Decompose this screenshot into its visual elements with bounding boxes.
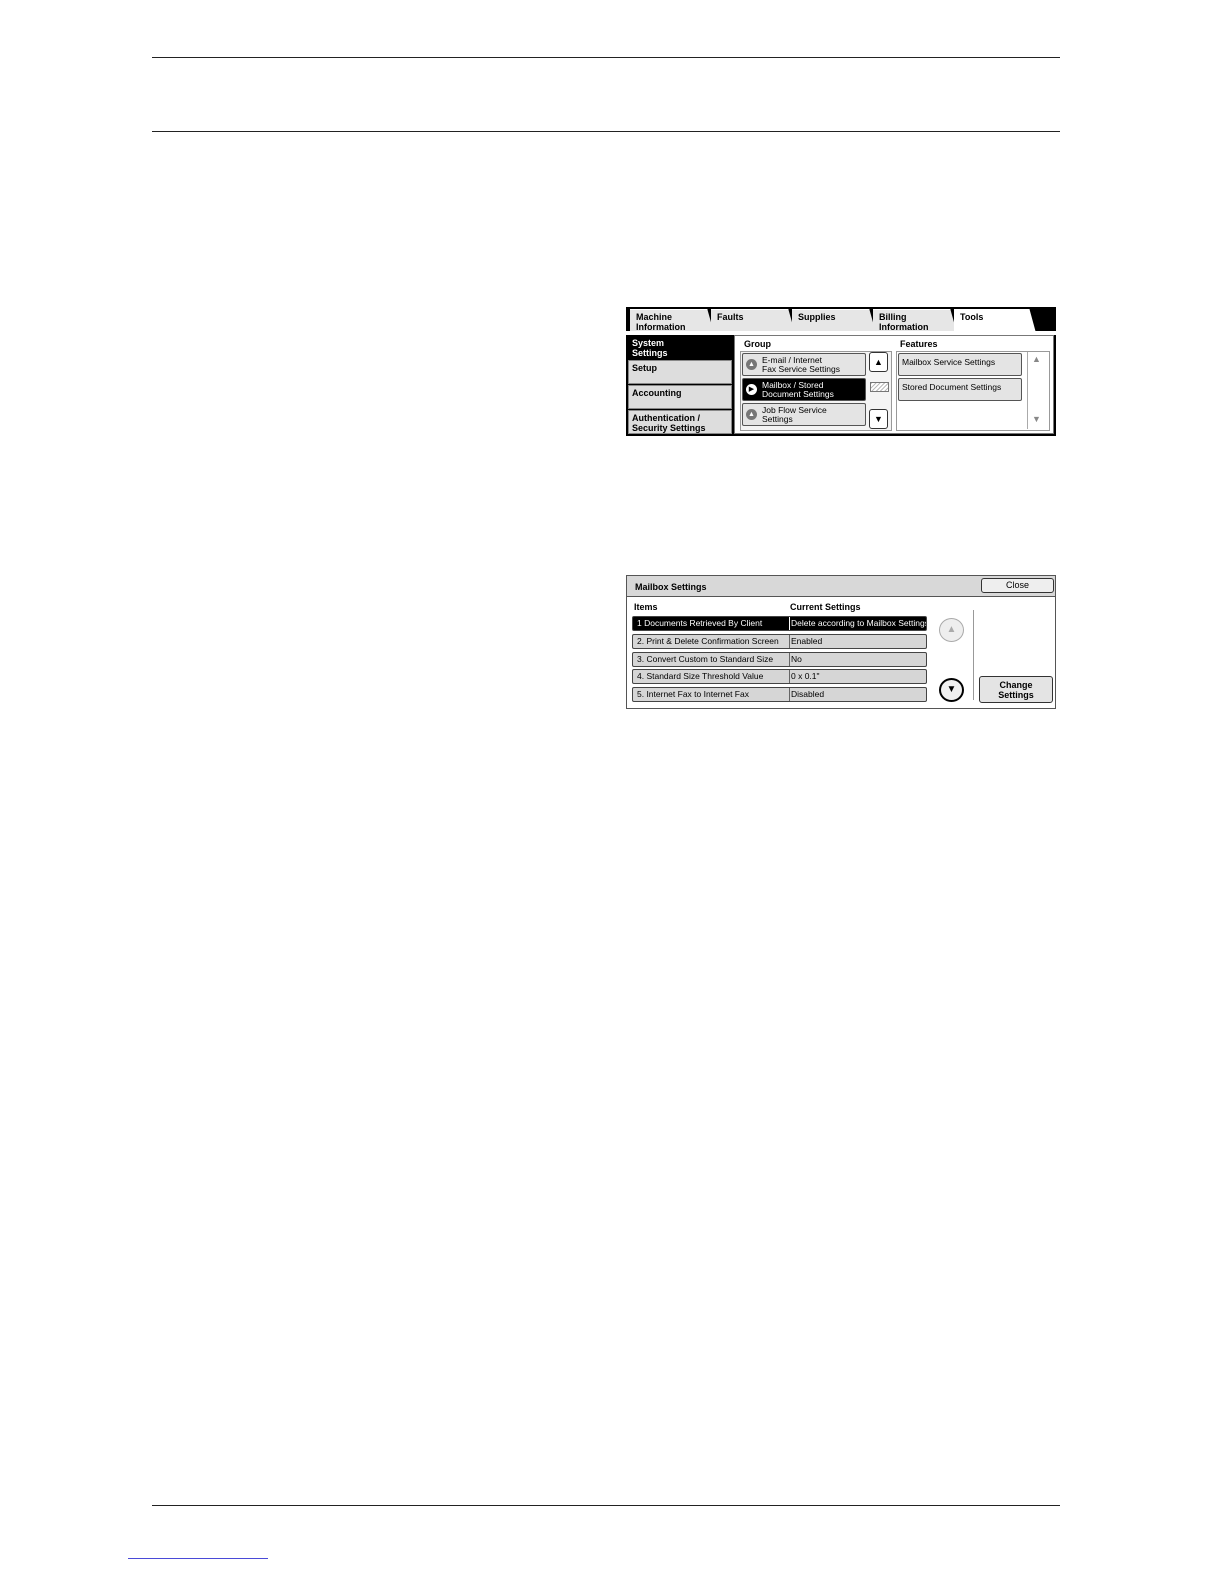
features-list: Mailbox Service Settings Stored Document…	[896, 351, 1050, 431]
row-value: Delete according to Mailbox Settings	[791, 618, 926, 628]
radio-icon: ▲	[746, 409, 757, 420]
row-item: 5. Internet Fax to Internet Fax	[637, 689, 749, 699]
table-row[interactable]: 5. Internet Fax to Internet Fax Disabled	[632, 687, 927, 702]
row-item: 4. Standard Size Threshold Value	[637, 671, 764, 681]
row-divider	[789, 635, 790, 648]
row-divider	[789, 653, 790, 666]
current-settings-header: Current Settings	[790, 602, 861, 612]
scroll-down-icon[interactable]: ▼	[869, 409, 888, 429]
scroll-up-icon[interactable]: ▲	[1032, 354, 1041, 364]
sidebar-item-setup[interactable]: Setup	[628, 360, 732, 384]
mailbox-settings-screen: Mailbox Settings Close Items Current Set…	[626, 575, 1056, 709]
radio-selected-icon: ▶	[746, 384, 757, 395]
header-rule-bottom	[152, 131, 1060, 132]
row-value: 0 x 0.1"	[791, 671, 820, 681]
tab-machine-information[interactable]: Machine Information	[630, 309, 714, 333]
table-row[interactable]: 3. Convert Custom to Standard Size No	[632, 652, 927, 667]
row-value: Disabled	[791, 689, 825, 699]
scroll-down-icon[interactable]: ▼	[1032, 414, 1041, 424]
sidebar-item-system-settings[interactable]: System Settings	[628, 335, 732, 359]
change-settings-button[interactable]: Change Settings	[979, 676, 1053, 703]
row-value: No	[791, 654, 802, 664]
scroll-down-icon[interactable]: ▼	[939, 678, 964, 702]
group-item-label: Mailbox / Stored Document Settings	[762, 380, 834, 399]
sidebar-item-authentication-security[interactable]: Authentication / Security Settings	[628, 410, 732, 434]
close-button[interactable]: Close	[981, 578, 1054, 593]
group-item-mailbox-stored-document[interactable]: ▶ Mailbox / Stored Document Settings	[742, 378, 866, 401]
tab-bar: Machine Information Faults Supplies Bill…	[626, 307, 1056, 333]
row-item: 2. Print & Delete Confirmation Screen	[637, 636, 779, 646]
group-item-label: Job Flow Service Settings	[762, 405, 827, 424]
table-row[interactable]: 4. Standard Size Threshold Value 0 x 0.1…	[632, 669, 927, 684]
footer-rule	[152, 1505, 1060, 1506]
radio-icon: ▲	[746, 359, 757, 370]
feature-stored-document-settings[interactable]: Stored Document Settings	[898, 378, 1022, 401]
row-divider	[789, 617, 790, 630]
group-item-email-internet-fax[interactable]: ▲ E-mail / Internet Fax Service Settings	[742, 353, 866, 376]
row-divider	[789, 670, 790, 683]
items-header: Items	[634, 602, 658, 612]
tab-faults[interactable]: Faults	[711, 309, 795, 333]
screen-title: Mailbox Settings	[635, 582, 707, 592]
footer-link-line	[128, 1558, 268, 1559]
table-row[interactable]: 2. Print & Delete Confirmation Screen En…	[632, 634, 927, 649]
sidebar: System Settings Setup Accounting Authent…	[628, 335, 732, 434]
group-item-job-flow-service[interactable]: ▲ Job Flow Service Settings	[742, 403, 866, 426]
row-item: 1 Documents Retrieved By Client	[637, 618, 763, 628]
row-item: 3. Convert Custom to Standard Size	[637, 654, 774, 664]
group-header: Group	[744, 339, 771, 349]
settings-panel: Group Features ▲ E-mail / Internet Fax S…	[734, 335, 1054, 434]
tools-screen: Machine Information Faults Supplies Bill…	[626, 307, 1056, 436]
group-item-label: E-mail / Internet Fax Service Settings	[762, 355, 840, 374]
scroll-thumb[interactable]	[870, 382, 889, 392]
group-scrollbar[interactable]: ▲ ▼	[869, 352, 889, 429]
tab-supplies[interactable]: Supplies	[792, 309, 876, 333]
sidebar-item-accounting[interactable]: Accounting	[628, 385, 732, 409]
features-header: Features	[900, 339, 938, 349]
title-bar: Mailbox Settings Close	[627, 576, 1055, 597]
scroll-up-icon[interactable]: ▲	[869, 352, 888, 372]
feature-mailbox-service-settings[interactable]: Mailbox Service Settings	[898, 353, 1022, 376]
scroll-up-icon[interactable]: ▲	[939, 618, 964, 642]
divider	[973, 610, 974, 700]
group-list: ▲ E-mail / Internet Fax Service Settings…	[740, 351, 892, 431]
row-value: Enabled	[791, 636, 823, 646]
row-divider	[789, 688, 790, 701]
tab-tools[interactable]: Tools	[954, 309, 1036, 333]
header-rule-top	[152, 57, 1060, 58]
tab-billing-information[interactable]: Billing Information	[873, 309, 957, 333]
table-row[interactable]: 1 Documents Retrieved By Client Delete a…	[632, 616, 927, 631]
features-scrollbar[interactable]: ▲ ▼	[1027, 352, 1048, 429]
